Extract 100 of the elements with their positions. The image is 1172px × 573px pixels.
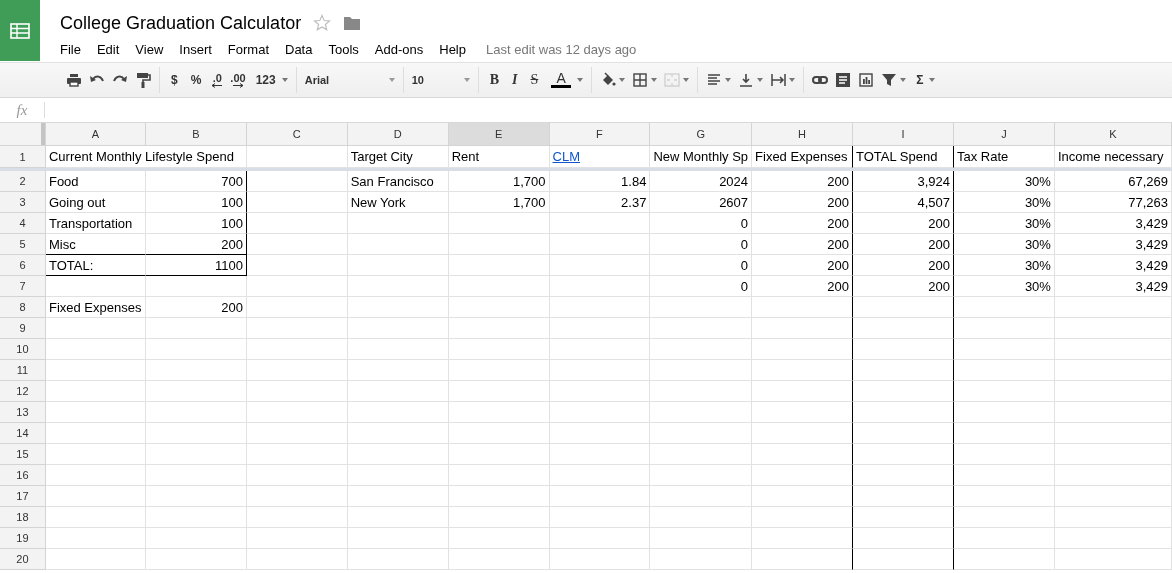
row-number[interactable]: 13 (0, 402, 46, 423)
menu-item[interactable]: File (60, 42, 89, 57)
font-size-select[interactable]: 10 (411, 74, 470, 86)
toolbar-button[interactable]: Σ (913, 73, 927, 87)
table-cell: TOTAL: (45, 255, 146, 276)
table-cell: 67,269 (1054, 171, 1172, 192)
table-cell: Fixed Expenses (45, 297, 146, 318)
caret-icon[interactable] (929, 78, 936, 82)
caret-icon[interactable] (900, 78, 907, 82)
column-header[interactable]: D (347, 123, 449, 146)
column-header[interactable]: B (145, 123, 247, 146)
toolbar-button[interactable]: $ (168, 73, 181, 87)
caret-icon[interactable] (577, 78, 584, 82)
row-number[interactable]: 15 (0, 444, 46, 465)
table-cell: 200 (853, 213, 954, 234)
italic-button[interactable]: I (509, 72, 521, 88)
increase-decimals-button[interactable]: .00 (230, 72, 246, 88)
align-left-icon[interactable] (706, 72, 723, 88)
column-header[interactable]: K (1054, 123, 1172, 146)
row-number[interactable]: 7 (0, 276, 46, 297)
align-bottom-icon[interactable] (738, 72, 755, 88)
row-number[interactable]: 9 (0, 318, 46, 339)
caret-icon[interactable] (619, 78, 626, 82)
row-number[interactable]: 1 (0, 146, 46, 168)
table-cell: Transportation (45, 213, 146, 234)
column-header[interactable]: E (448, 123, 550, 146)
comment-icon[interactable] (835, 72, 852, 88)
paint-roller-icon[interactable] (135, 72, 151, 88)
text-wrap-icon[interactable] (770, 72, 787, 88)
column-header[interactable]: G (650, 123, 753, 146)
table-cell: 1100 (145, 255, 247, 276)
table-cell: 2607 (650, 192, 753, 213)
table-cell: 200 (853, 234, 954, 255)
row-number[interactable]: 17 (0, 486, 46, 507)
toolbar-button[interactable]: 123 (252, 73, 279, 87)
decrease-decimals-button[interactable]: .0 (211, 72, 224, 88)
table-cell: 200 (752, 171, 854, 192)
table-cell: 200 (752, 234, 854, 255)
row-number[interactable]: 11 (0, 360, 46, 381)
caret-icon[interactable] (281, 78, 288, 82)
table-cell: 0 (650, 234, 753, 255)
caret-icon[interactable] (725, 78, 732, 82)
menu-item[interactable]: Format (219, 42, 277, 57)
caret-icon[interactable] (789, 78, 796, 82)
row-number[interactable]: 12 (0, 381, 46, 402)
chart-icon[interactable] (858, 72, 875, 88)
star-icon[interactable] (313, 14, 332, 32)
row-number[interactable]: 4 (0, 213, 46, 234)
column-header[interactable]: J (954, 123, 1055, 146)
font-select[interactable]: Arial (304, 74, 395, 86)
row-number[interactable]: 18 (0, 507, 46, 528)
document-title[interactable]: College Graduation Calculator (60, 12, 302, 34)
caret-icon[interactable] (388, 78, 395, 82)
table-cell: Food (45, 171, 146, 192)
menu-item[interactable]: Help (431, 42, 474, 57)
row-number[interactable]: 14 (0, 423, 46, 444)
table-cell: 30% (954, 213, 1055, 234)
menu-item[interactable]: View (127, 42, 172, 57)
row-number[interactable]: 20 (0, 549, 46, 570)
strikethrough-button[interactable]: S (527, 72, 542, 88)
folder-icon[interactable] (343, 15, 362, 31)
column-header[interactable]: C (246, 123, 348, 146)
row-number[interactable]: 10 (0, 339, 46, 360)
caret-icon[interactable] (757, 78, 764, 82)
borders-icon[interactable] (632, 72, 649, 88)
menu-item[interactable]: Edit (88, 42, 128, 57)
filter-icon[interactable] (881, 72, 898, 88)
row-number[interactable]: 5 (0, 234, 46, 255)
text-color-button[interactable]: A (548, 72, 575, 88)
column-header[interactable]: A (45, 123, 146, 146)
toolbar-button[interactable]: % (187, 73, 205, 87)
row-number[interactable]: 16 (0, 465, 46, 486)
table-cell: 200 (853, 276, 954, 297)
table-cell: 200 (853, 255, 954, 276)
menu-item[interactable]: Data (277, 42, 321, 57)
arrow-icon (232, 82, 244, 88)
bold-button[interactable]: B (486, 72, 503, 88)
table-cell: 4,507 (853, 192, 954, 213)
menu-item[interactable]: Add-ons (366, 42, 432, 57)
table-cell: 0 (650, 276, 753, 297)
menu-item[interactable]: Insert (171, 42, 220, 57)
table-cell: 3,429 (1054, 276, 1172, 297)
table-cell: 200 (752, 255, 854, 276)
column-header[interactable]: I (853, 123, 954, 146)
caret-icon[interactable] (463, 78, 470, 82)
last-edit-link[interactable]: Last edit was 12 days ago (486, 42, 637, 57)
formula-label: fx (15, 101, 29, 119)
sheets-logo-icon[interactable] (0, 0, 40, 61)
row-number[interactable]: 8 (0, 297, 46, 318)
table-cell: 2024 (650, 171, 753, 192)
caret-icon[interactable] (651, 78, 658, 82)
row-number[interactable]: 6 (0, 255, 46, 276)
menu-item[interactable]: Tools (320, 42, 367, 57)
column-header[interactable]: H (752, 123, 854, 146)
table-cell: 3,924 (853, 171, 954, 192)
printer-icon[interactable] (66, 72, 82, 88)
row-number[interactable]: 2 (0, 171, 46, 192)
row-number[interactable]: 19 (0, 528, 46, 549)
column-header[interactable]: F (549, 123, 651, 146)
row-number[interactable]: 3 (0, 192, 46, 213)
